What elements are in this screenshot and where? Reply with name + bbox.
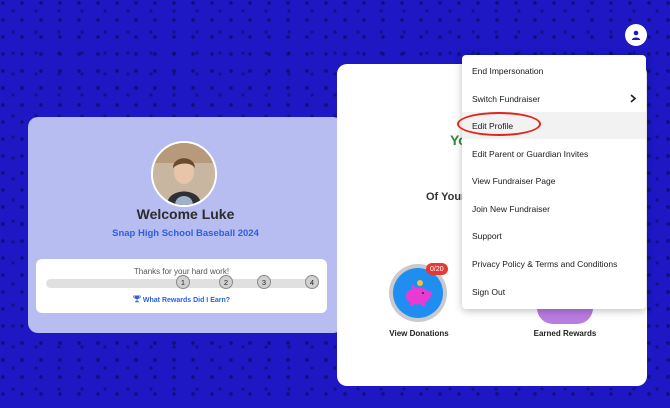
menu-item-label: Support [472,230,502,241]
progress-step: 4 [305,275,319,289]
menu-item-end-impersonation[interactable]: End Impersonation [462,57,646,84]
fundraiser-name[interactable]: Snap High School Baseball 2024 [28,228,343,239]
progress-step: 3 [257,275,271,289]
menu-item-privacy-terms[interactable]: Privacy Policy & Terms and Conditions [462,250,646,277]
menu-item-edit-profile[interactable]: Edit Profile [462,112,646,139]
view-donations-label[interactable]: View Donations [379,329,459,338]
donations-count-badge: 0/20 [426,263,448,275]
menu-item-label: Join New Fundraiser [472,203,550,214]
partial-subheading: Of Your [426,191,466,203]
progress-step: 1 [176,275,190,289]
menu-item-label: Edit Profile [472,120,514,131]
chevron-right-icon [630,94,636,103]
avatar [151,141,217,207]
welcome-title: Welcome Luke [136,206,235,222]
rewards-link-label: What Rewards Did I Earn? [142,297,231,304]
menu-item-label: End Impersonation [472,65,544,76]
progress-step: 2 [219,275,233,289]
progress-card: Thanks for your hard work! 1 2 3 4 What … [36,259,327,313]
rewards-link[interactable]: What Rewards Did I Earn? [36,295,327,304]
trophy-icon [133,295,141,303]
user-dropdown-menu: End Impersonation Switch Fundraiser Edit… [462,55,646,309]
menu-item-support[interactable]: Support [462,222,646,249]
menu-item-label: Sign Out [472,286,506,297]
earned-rewards-icon[interactable] [537,308,593,324]
menu-item-label: Edit Parent or Guardian Invites [472,148,589,159]
menu-item-label: View Fundraiser Page [472,175,556,186]
menu-item-label: Privacy Policy & Terms and Conditions [472,258,618,269]
menu-item-switch-fundraiser[interactable]: Switch Fundraiser [462,85,646,112]
user-icon [631,30,641,40]
earned-rewards-label[interactable]: Earned Rewards [525,329,605,338]
menu-item-sign-out[interactable]: Sign Out [462,278,646,305]
menu-item-edit-guardian-invites[interactable]: Edit Parent or Guardian Invites [462,140,646,167]
welcome-card: Welcome Luke Snap High School Baseball 2… [28,117,343,333]
user-account-button[interactable] [625,24,647,46]
menu-item-join-new-fundraiser[interactable]: Join New Fundraiser [462,195,646,222]
piggy-bank-icon [406,280,433,306]
menu-item-label: Switch Fundraiser [472,93,541,104]
menu-item-view-fundraiser-page[interactable]: View Fundraiser Page [462,167,646,194]
